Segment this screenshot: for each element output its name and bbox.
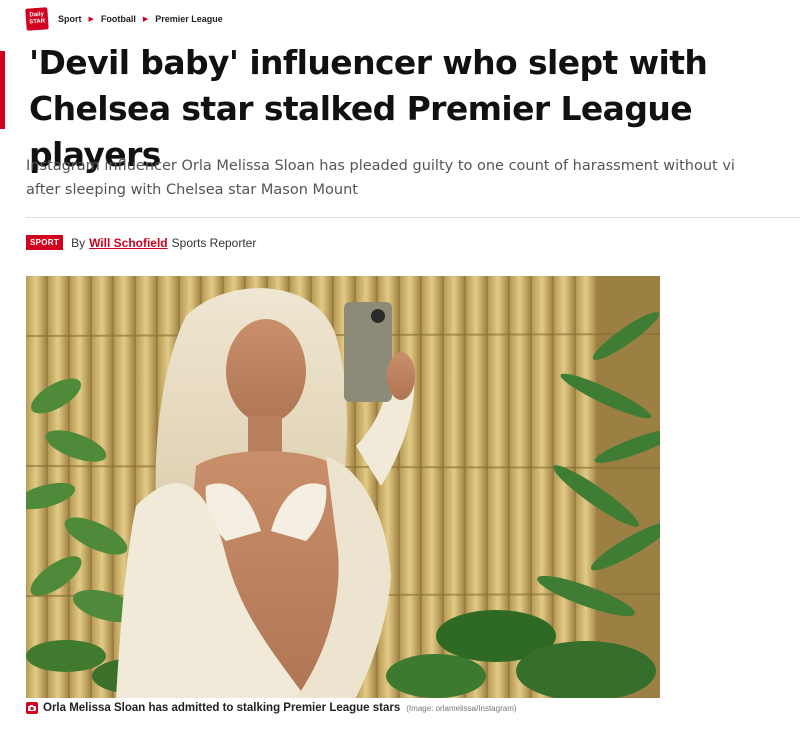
logo-line-bottom: STAR — [29, 18, 46, 26]
image-caption: Orla Melissa Sloan has admitted to stalk… — [43, 702, 401, 714]
breadcrumb-football[interactable]: Football — [101, 14, 136, 24]
article-hero-image[interactable] — [26, 276, 660, 698]
byline: SPORT By Will Schofield Sports Reporter — [26, 235, 256, 250]
breadcrumb: Sport ▶ Football ▶ Premier League — [58, 14, 223, 24]
breadcrumb-sport[interactable]: Sport — [58, 14, 82, 24]
byline-prefix: By — [71, 235, 86, 250]
camera-icon — [26, 702, 38, 714]
hero-photo — [26, 276, 660, 698]
divider — [26, 217, 800, 218]
chevron-right-icon: ▶ — [88, 15, 94, 23]
daily-star-logo[interactable]: Daily STAR — [25, 7, 49, 31]
top-bar: Daily STAR Sport ▶ Football ▶ Premier Le… — [25, 6, 223, 32]
image-caption-row: Orla Melissa Sloan has admitted to stalk… — [26, 702, 517, 714]
author-role: Sports Reporter — [171, 235, 257, 250]
headline-accent-bar — [0, 51, 5, 129]
chevron-right-icon: ▶ — [142, 15, 149, 23]
article-standfirst: Instagram influencer Orla Melissa Sloan … — [26, 158, 735, 198]
breadcrumb-premier-league[interactable]: Premier League — [155, 14, 223, 24]
author-link[interactable]: Will Schofield — [89, 236, 168, 250]
image-credit: (Image: orlamelissa/Instagram) — [406, 703, 517, 713]
section-badge[interactable]: SPORT — [26, 235, 64, 250]
